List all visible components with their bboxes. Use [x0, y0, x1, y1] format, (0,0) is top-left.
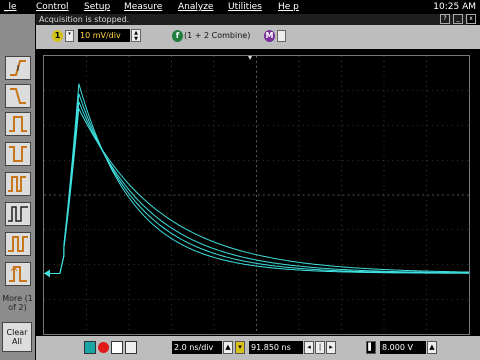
violation-trigger-button[interactable]	[5, 262, 31, 286]
clear-all-button[interactable]: Clear All	[2, 322, 32, 352]
delay-center-button[interactable]: |	[315, 341, 325, 354]
edge-trigger-icon	[10, 60, 26, 76]
trigger-mode-panel: More (1 of 2) Clear All	[0, 14, 35, 360]
pulse-width-icon	[9, 116, 27, 132]
menu-file[interactable]: _le	[4, 2, 17, 12]
timeout-trigger-button[interactable]	[5, 232, 31, 256]
single-icon[interactable]	[111, 341, 123, 354]
glitch-trigger-icon	[10, 88, 26, 104]
glitch-trigger-button[interactable]	[5, 84, 31, 108]
delay-trigger-icon	[8, 206, 28, 222]
trigger-level-field[interactable]: 8.000 V	[380, 341, 426, 354]
function-label: (1 + 2 Combine)	[184, 31, 251, 40]
menu-setup[interactable]: Setup	[84, 2, 110, 12]
pattern-trigger-icon	[9, 146, 27, 162]
status-line: Acquisition is stopped.	[36, 14, 468, 25]
menu-analyze[interactable]: Analyze	[178, 2, 213, 12]
minimize-button[interactable]: _	[453, 14, 463, 24]
delay-right-button[interactable]: ▸	[326, 341, 336, 354]
channel1-scale-field[interactable]: 10 mV/div	[78, 29, 130, 42]
channel1-scale-spinner[interactable]: ▲ ▼	[131, 29, 141, 42]
more-button[interactable]: More (1 of 2)	[2, 294, 33, 312]
stop-icon[interactable]	[98, 342, 109, 353]
function-badge[interactable]: f	[172, 30, 183, 42]
channel1-toggle[interactable]: ▾	[65, 30, 74, 42]
pattern-trigger-button[interactable]	[5, 142, 31, 166]
delay-left-button[interactable]: ◂	[304, 341, 314, 354]
waveform-display[interactable]	[43, 55, 470, 335]
timebase-bar: 2.0 ns/div ▲ ▾ 91.850 ns ◂ | ▸ ▌ 8.000 V…	[36, 336, 480, 360]
memory-badge[interactable]: M	[264, 30, 275, 42]
ground-marker-icon	[44, 269, 50, 278]
trigger-level-spinner[interactable]: ▲	[427, 341, 437, 354]
trigger-point-icon	[248, 56, 253, 60]
state-trigger-icon	[8, 176, 26, 192]
menu-bar: _le Control Setup Measure Analyze Utilit…	[0, 0, 480, 14]
time-div-field[interactable]: 2.0 ns/div	[172, 341, 222, 354]
menu-utilities[interactable]: Utilities	[228, 2, 262, 12]
delay-trigger-button[interactable]	[5, 202, 31, 226]
delay-reference-button[interactable]: ▾	[235, 341, 245, 354]
state-trigger-button[interactable]	[5, 172, 31, 196]
print-icon[interactable]	[125, 341, 137, 354]
violation-trigger-icon	[9, 266, 27, 282]
trigger-level-button[interactable]: ▌	[366, 341, 376, 354]
timeout-trigger-icon	[8, 236, 28, 252]
menu-control[interactable]: Control	[36, 2, 69, 12]
run-icon[interactable]	[84, 341, 96, 354]
clock: 10:25 AM	[433, 2, 476, 12]
time-div-spinner[interactable]: ▲	[223, 341, 233, 354]
graticule	[44, 56, 469, 334]
menu-help[interactable]: He p	[278, 2, 299, 12]
edge-trigger-button[interactable]	[5, 56, 31, 80]
close-button[interactable]: x	[466, 14, 476, 24]
channel1-badge[interactable]: 1	[52, 30, 63, 42]
delay-field[interactable]: 91.850 ns	[249, 341, 303, 354]
channel-controls: 1 ▾ 10 mV/div ▲ ▼ f (1 + 2 Combine) M	[36, 25, 480, 49]
help-button[interactable]: ?	[440, 14, 450, 24]
window-controls: ? _ x	[440, 14, 476, 25]
pulse-width-trigger-button[interactable]	[5, 112, 31, 136]
menu-measure[interactable]: Measure	[124, 2, 162, 12]
memory-toggle[interactable]	[277, 30, 286, 42]
